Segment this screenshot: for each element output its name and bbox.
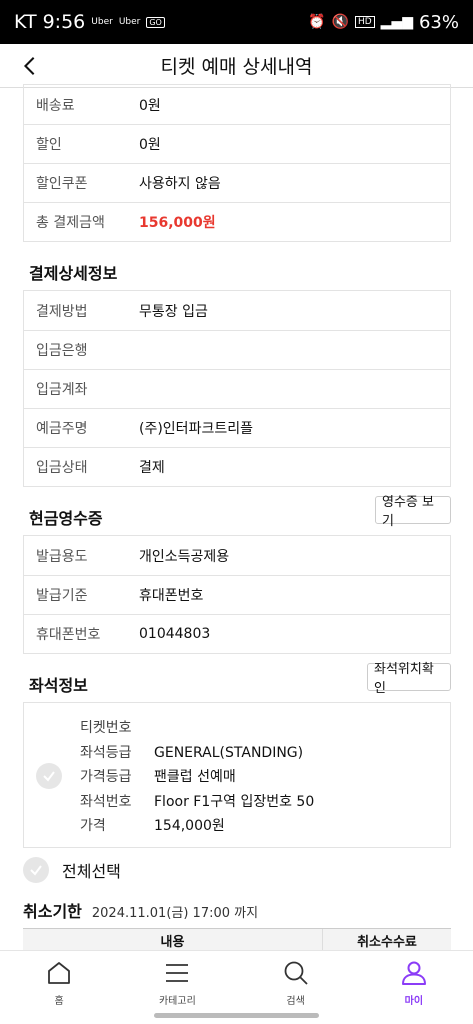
row-value: 무통장 입금	[139, 303, 208, 320]
page-header: 티켓 예매 상세내역	[0, 44, 473, 88]
menu-icon	[166, 964, 189, 982]
row-key: 할인쿠폰	[36, 176, 88, 192]
seat-row: 티켓번호	[80, 716, 314, 741]
page-title: 티켓 예매 상세내역	[160, 56, 313, 78]
row-value: 01044803	[139, 626, 211, 642]
cash-receipt-table: 발급용도 개인소득공제용 발급기준 휴대폰번호 휴대폰번호 01044803	[23, 535, 451, 654]
mute-icon: 🔇	[331, 14, 349, 30]
tab-label: 홈	[54, 996, 64, 1007]
seat-location-button[interactable]: 좌석위치확인	[367, 662, 451, 696]
payment-detail-table: 결제방법 무통장 입금 입금은행 입금계좌 예금주명 (주)인터파크트리플 입금…	[23, 290, 451, 487]
row-key: 할인	[36, 137, 62, 153]
uber-notification-1: Uber	[91, 17, 113, 27]
hd-badge: HD	[354, 16, 375, 28]
table-row: 입금은행	[24, 330, 450, 369]
row-key: 결제방법	[36, 303, 88, 320]
row-value: 사용하지 않음	[139, 176, 221, 192]
tab-label: 카테고리	[158, 996, 196, 1007]
table-row: 발급용도 개인소득공제용	[24, 536, 450, 575]
seat-select-checkbox[interactable]	[36, 763, 62, 789]
row-value: Floor F1구역 입장번호 50	[154, 793, 315, 810]
column-header-fee: 취소수수료	[357, 935, 417, 950]
clock: 9:56	[42, 11, 86, 33]
row-value: 휴대폰번호	[139, 588, 204, 604]
cash-receipt-title: 현금영수증	[29, 509, 103, 528]
row-key: 예금주명	[36, 421, 88, 437]
back-button[interactable]	[16, 52, 44, 80]
tab-home[interactable]: 홈	[0, 951, 118, 1024]
row-value: 개인소득공제용	[139, 548, 230, 565]
check-icon	[30, 865, 42, 876]
row-key: 가격등급	[80, 769, 132, 785]
tab-my[interactable]: 마이	[355, 951, 473, 1024]
row-key: 총 결제금액	[36, 215, 105, 231]
payment-detail-title: 결제상세정보	[29, 264, 118, 283]
row-key: 발급용도	[36, 548, 88, 565]
table-row: 휴대폰번호 01044803	[24, 614, 450, 653]
row-key: 티켓번호	[80, 720, 132, 736]
table-row: 할인쿠폰 사용하지 않음	[24, 163, 450, 202]
table-row: 할인 0원	[24, 124, 450, 163]
table-row: 입금계좌	[24, 369, 450, 408]
seat-row: 가격 154,000원	[80, 814, 314, 839]
cancel-deadline-label: 취소기한	[23, 902, 82, 921]
row-key: 배송료	[36, 97, 75, 114]
row-key: 휴대폰번호	[36, 627, 101, 643]
seat-info-title: 좌석정보	[29, 676, 88, 695]
payment-summary-table: 배송료 0원 할인 0원 할인쿠폰 사용하지 않음 총 결제금액 156,000…	[23, 84, 451, 242]
seat-info-box: 티켓번호 좌석등급 GENERAL(STANDING) 가격등급 팬클럽 선예매 좌…	[23, 702, 451, 848]
row-value: 0원	[139, 97, 161, 114]
tab-label: 마이	[404, 996, 424, 1007]
cancel-fee-table-header: 내용 취소수수료	[23, 928, 451, 952]
row-value: GENERAL(STANDING)	[154, 744, 304, 761]
seat-row: 가격등급 팬클럽 선예매	[80, 765, 314, 790]
carrier: KT	[14, 11, 37, 33]
cancel-deadline-date: 2024.11.01(금) 17:00 까지	[91, 906, 259, 921]
seat-row: 좌석번호 Floor F1구역 입장번호 50	[80, 790, 314, 815]
row-value: (주)인터파크트리플	[139, 421, 253, 437]
row-key: 입금계좌	[36, 382, 88, 398]
row-key: 입금은행	[36, 343, 88, 359]
seat-row: 좌석등급 GENERAL(STANDING)	[80, 741, 314, 766]
select-all[interactable]: 전체선택	[23, 857, 121, 883]
home-icon	[48, 962, 71, 984]
select-all-checkbox[interactable]	[23, 857, 49, 883]
table-row: 입금상태 결제	[24, 447, 450, 486]
row-value: 0원	[139, 137, 161, 153]
row-value: 154,000원	[154, 818, 225, 834]
cancel-deadline: 취소기한 2024.11.01(금) 17:00 까지	[23, 898, 258, 922]
uber-notification-2: Uber	[118, 17, 141, 27]
table-row: 배송료 0원	[24, 85, 450, 124]
row-value: 결제	[139, 460, 165, 476]
alarm-icon: ⏰	[308, 14, 326, 30]
home-indicator[interactable]	[154, 1013, 319, 1018]
column-header-content: 내용	[23, 929, 323, 952]
view-receipt-button[interactable]: 영수증 보기	[375, 495, 451, 529]
row-key: 발급기준	[36, 588, 88, 604]
table-row: 총 결제금액 156,000원	[24, 202, 450, 241]
row-value: 팬클럽 선예매	[154, 769, 236, 785]
signal-icon: ▂▄▆	[380, 14, 413, 30]
go-badge: GO	[146, 16, 165, 28]
battery-level: 63%	[418, 11, 459, 33]
select-all-label: 전체선택	[62, 862, 121, 881]
person-icon	[401, 961, 426, 985]
search-icon	[284, 961, 308, 985]
tab-label: 검색	[286, 996, 305, 1007]
row-key: 가격	[80, 818, 106, 834]
table-row: 발급기준 휴대폰번호	[24, 575, 450, 614]
row-key: 좌석번호	[80, 793, 132, 810]
chevron-left-icon	[23, 57, 35, 75]
check-icon	[43, 771, 55, 782]
table-row: 예금주명 (주)인터파크트리플	[24, 408, 450, 447]
row-key: 입금상태	[36, 460, 88, 476]
status-bar: KT 9:56 Uber Uber GO ⏰ 🔇 HD ▂▄▆ 63%	[0, 0, 473, 44]
table-row: 결제방법 무통장 입금	[24, 291, 450, 330]
total-amount: 156,000원	[139, 215, 216, 231]
row-key: 좌석등급	[80, 744, 132, 761]
